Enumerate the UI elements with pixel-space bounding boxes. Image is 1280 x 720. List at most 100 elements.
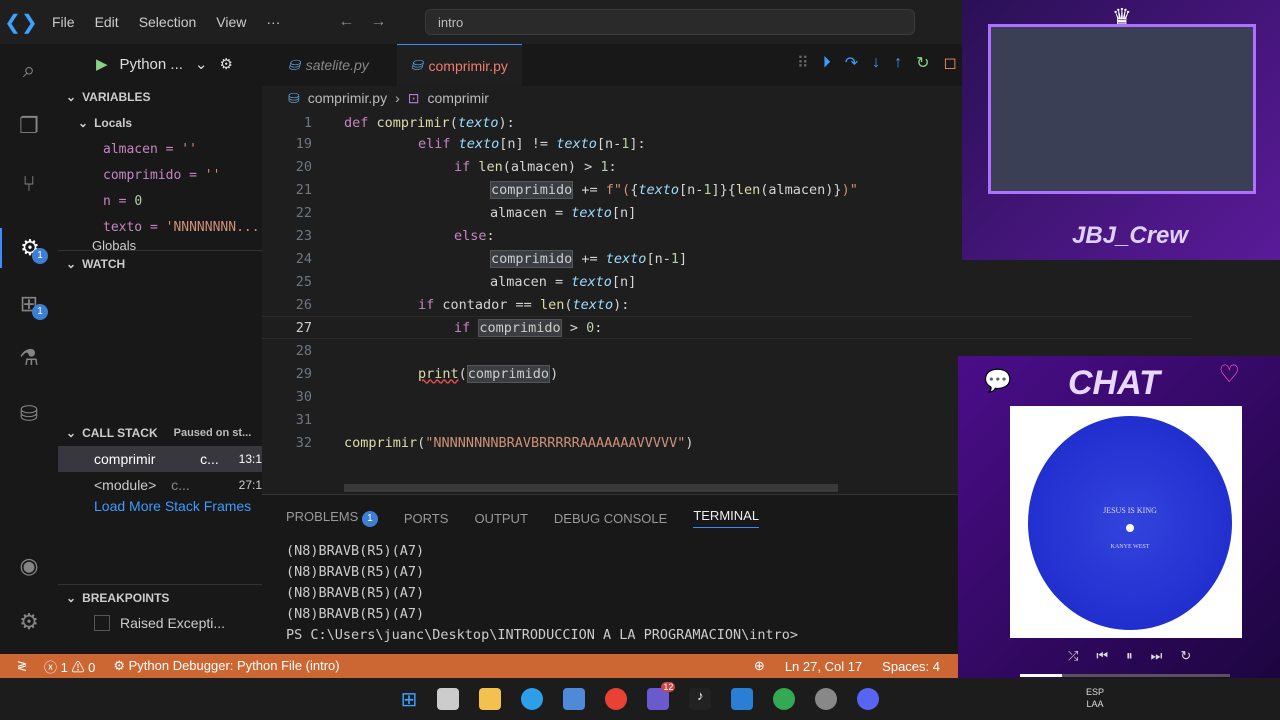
extensions-badge: 1 (32, 304, 48, 320)
tab-ports[interactable]: PORTS (404, 511, 449, 526)
menu-file[interactable]: File (42, 14, 85, 30)
stop-icon[interactable]: ◻ (944, 53, 957, 73)
command-search-input[interactable]: intro (425, 9, 915, 35)
variable-row[interactable]: texto = 'NNNNNNNN... (58, 214, 262, 240)
indentation[interactable]: Spaces: 4 (882, 659, 940, 674)
tab-comprimir[interactable]: ⛁ comprimir.py (396, 44, 522, 86)
forward-arrow-icon[interactable]: → (362, 13, 394, 31)
watch-title: WATCH (82, 256, 126, 271)
debug-icon[interactable]: ⚙ 1 (0, 228, 58, 268)
tab-debug-console[interactable]: DEBUG CONSOLE (554, 511, 667, 526)
code-line-current[interactable]: 27 if comprimido > 0: (262, 316, 1192, 339)
code-text: else: (454, 227, 495, 244)
locals-scope[interactable]: ⌄ Locals (58, 110, 262, 136)
source-control-icon[interactable]: ⑂ (0, 164, 58, 204)
chat-app-icon[interactable]: 12 (647, 682, 676, 710)
variable-row[interactable]: comprimido = '' (58, 162, 262, 188)
edge-icon[interactable] (521, 688, 544, 710)
breadcrumb-symbol[interactable]: comprimir (428, 90, 489, 106)
next-icon[interactable]: ⏭ (1151, 648, 1163, 664)
chrome-icon[interactable] (605, 688, 628, 710)
line-number: 26 (295, 296, 312, 313)
step-out-icon[interactable]: ↑ (894, 54, 902, 72)
breakpoints-header[interactable]: ⌄ BREAKPOINTS (58, 584, 262, 610)
region-code: LAA (1086, 699, 1104, 709)
code-text: print(comprimido) (418, 364, 559, 383)
start-debug-icon[interactable]: ▶ (96, 55, 108, 73)
menu-view[interactable]: View (206, 14, 256, 30)
task-view-icon[interactable] (437, 688, 460, 710)
gear-icon[interactable]: ⚙ (220, 55, 233, 73)
watch-header[interactable]: ⌄ WATCH (58, 250, 262, 276)
python-file-icon: ⛁ (288, 89, 300, 106)
tab-label: satelite.py (305, 57, 369, 73)
extensions-icon[interactable]: ⊞ 1 (0, 284, 58, 324)
tiktok-icon[interactable]: ♪ (689, 688, 712, 710)
previous-icon[interactable]: ⏮ (1096, 648, 1108, 664)
tab-problems[interactable]: PROBLEMS 1 (286, 509, 378, 527)
step-over-icon[interactable]: ↷ (845, 53, 858, 73)
python-icon[interactable]: ⛁ (0, 394, 58, 434)
language-indicator[interactable]: ESP LAA (1086, 686, 1104, 710)
store-icon[interactable] (563, 688, 586, 710)
debugger-status[interactable]: ⚙ Python Debugger: Python File (intro) (113, 658, 339, 674)
shuffle-icon[interactable]: ⤮ (1068, 648, 1078, 664)
remote-icon[interactable]: ≷ (0, 658, 44, 674)
testing-flask-icon[interactable]: ⚗ (0, 338, 58, 378)
continue-icon[interactable]: ⏵ (823, 54, 831, 72)
horizontal-scrollbar[interactable] (344, 484, 838, 492)
variable-name: almacen (103, 141, 158, 157)
callstack-header[interactable]: ⌄ CALL STACK Paused on st... (58, 420, 262, 446)
menu-selection[interactable]: Selection (129, 14, 207, 30)
settings-gear-icon[interactable]: ⚙ (0, 602, 58, 642)
tab-terminal[interactable]: TERMINAL (693, 508, 760, 528)
webcam-feed (988, 24, 1256, 194)
vscode-taskbar-icon[interactable] (731, 688, 754, 710)
line-number: 23 (295, 227, 312, 244)
search-icon[interactable]: ⌕ (0, 50, 58, 90)
back-arrow-icon[interactable]: ← (330, 13, 362, 31)
variable-row[interactable]: n = 0 (58, 188, 262, 214)
variables-header[interactable]: ⌄ VARIABLES (58, 84, 262, 110)
callstack-frame[interactable]: <module> c... 27:1 (58, 472, 262, 498)
variable-name: comprimido (103, 167, 182, 183)
callstack-frame[interactable]: comprimir c... 13:1 (58, 446, 262, 472)
run-config-select[interactable]: Python ... (120, 56, 183, 73)
player-progress-track[interactable] (1020, 674, 1230, 677)
chevron-down-icon[interactable]: ⌄ (195, 55, 208, 73)
terminal-body[interactable]: (N8)BRAVB(R5)(A7) (N8)BRAVB(R5)(A7) (N8)… (262, 541, 962, 646)
breakpoint-item[interactable]: Raised Excepti... (58, 610, 262, 636)
account-icon[interactable]: ◉ (0, 546, 58, 586)
chat-title: CHAT (1068, 364, 1160, 402)
breakpoint-checkbox[interactable] (94, 615, 110, 631)
load-more-stack-frames-link[interactable]: Load More Stack Frames (58, 498, 262, 518)
problems-status[interactable]: ⓧ 1 ⚠ 0 (44, 657, 95, 676)
drag-handle-icon[interactable]: ⠿ (797, 53, 809, 73)
file-explorer-icon[interactable] (479, 688, 502, 710)
chevron-down-icon: ⌄ (66, 590, 77, 605)
obs-icon[interactable] (815, 688, 838, 710)
pause-icon[interactable]: ⏸ (1126, 648, 1133, 664)
restart-icon[interactable]: ↻ (916, 53, 929, 73)
cursor-position[interactable]: Ln 27, Col 17 (785, 659, 862, 674)
chrome-canary-icon[interactable] (773, 688, 796, 710)
heart-icon: ♡ (1218, 361, 1240, 388)
windows-start-icon[interactable]: ⊞ (401, 687, 418, 712)
repeat-icon[interactable]: ↻ (1180, 648, 1191, 664)
breadcrumb-file[interactable]: comprimir.py (308, 90, 387, 106)
tab-satelite[interactable]: ⛁ satelite.py (274, 44, 383, 86)
zoom-icon[interactable]: ⊕ (754, 658, 765, 674)
step-into-icon[interactable]: ↓ (872, 54, 880, 72)
explorer-icon[interactable]: ❐ (0, 106, 58, 146)
variable-value: 'NNNNNNNN... (165, 219, 260, 235)
variable-row[interactable]: almacen = '' (58, 136, 262, 162)
code-line[interactable]: 25 almacen = texto[n] (262, 270, 1262, 293)
code-line[interactable]: 26 if contador == len(texto): (262, 293, 1262, 316)
discord-icon[interactable] (857, 688, 880, 710)
menu-more[interactable]: ··· (256, 14, 290, 30)
tab-output[interactable]: OUTPUT (474, 511, 527, 526)
terminal-line: (N8)BRAVB(R5)(A7) (286, 543, 425, 559)
menu-edit[interactable]: Edit (85, 14, 129, 30)
run-debug-sidebar: ▶ Python ... ⌄ ⚙ ⌄ VARIABLES ⌄ Locals alma… (58, 44, 262, 654)
globals-scope[interactable]: Globals (58, 240, 262, 250)
